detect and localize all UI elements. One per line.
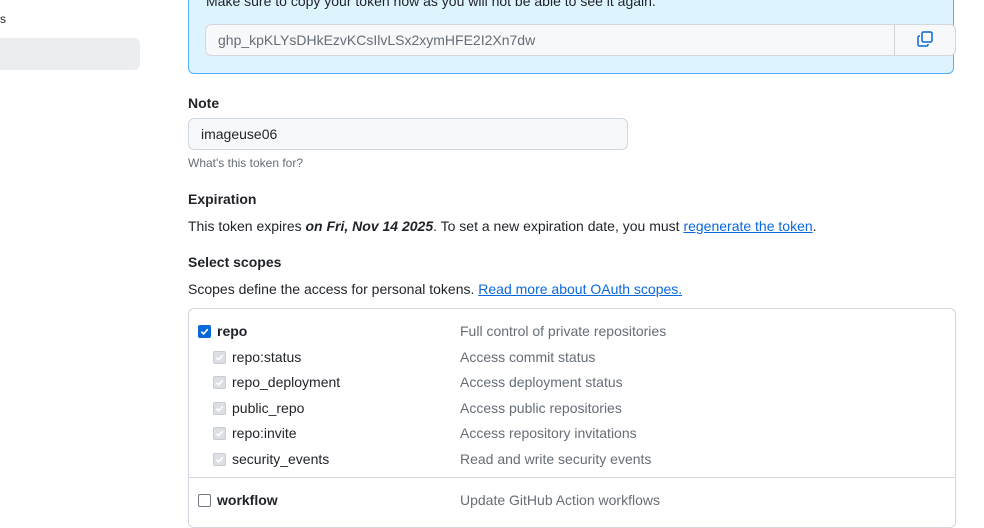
scope-row-repo-invite: repo:invite Access repository invitations (189, 423, 955, 447)
scope-checkbox (213, 427, 226, 440)
scopes-label: Select scopes (188, 254, 282, 270)
scope-checkbox (213, 376, 226, 389)
scope-checkbox[interactable] (198, 494, 211, 507)
check-icon (200, 328, 209, 336)
token-value-field[interactable]: ghp_kpKLYsDHkEzvKCsIlvLSx2xymHFE2I2Xn7dw (205, 24, 895, 56)
check-icon (215, 379, 224, 387)
check-icon (215, 354, 224, 362)
check-icon (215, 430, 224, 438)
scope-checkbox (213, 402, 226, 415)
flash-message: Make sure to copy your token now as you … (206, 0, 656, 9)
copy-token-button[interactable] (894, 24, 956, 56)
scope-name: repo:status (232, 349, 302, 365)
scope-row-workflow: workflow Update GitHub Action workflows (189, 490, 955, 514)
expiration-text: This token expires on Fri, Nov 14 2025. … (188, 218, 817, 234)
expiration-label: Expiration (188, 191, 257, 207)
note-label: Note (188, 95, 220, 111)
scopes-description: Scopes define the access for personal to… (188, 281, 479, 297)
expiration-date: on Fri, Nov 14 2025 (305, 218, 434, 234)
scope-name: repo_deployment (232, 374, 341, 390)
scope-description: Full control of private repositories (460, 323, 667, 339)
scope-checkbox (213, 453, 226, 466)
note-input[interactable]: imageuse06 (188, 118, 628, 150)
token-copy-group: ghp_kpKLYsDHkEzvKCsIlvLSx2xymHFE2I2Xn7dw (205, 24, 956, 56)
scope-description: Update GitHub Action workflows (460, 492, 660, 508)
scope-description: Read and write security events (460, 451, 652, 467)
scope-checkbox (213, 351, 226, 364)
scope-checkbox[interactable] (198, 325, 211, 338)
scope-row-public-repo: public_repo Access public repositories (189, 398, 955, 422)
scope-description: Access commit status (460, 349, 596, 365)
scope-name: public_repo (232, 400, 305, 416)
expiration-text-end: . (812, 218, 817, 234)
regenerate-token-link[interactable]: regenerate the token (683, 218, 812, 234)
scope-description: Access public repositories (460, 400, 622, 416)
token-flash-banner: Make sure to copy your token now as you … (188, 0, 956, 74)
scope-description: Access deployment status (460, 374, 623, 390)
expiration-text-before: This token expires (188, 218, 306, 234)
sidebar-item-active[interactable] (0, 38, 140, 70)
scopes-text: Scopes define the access for personal to… (188, 281, 682, 297)
scope-description: Access repository invitations (460, 425, 637, 441)
scope-row-repo-status: repo:status Access commit status (189, 347, 955, 371)
scope-divider (189, 477, 955, 478)
scope-name: security_events (232, 451, 330, 467)
sidebar-item-label: s (0, 12, 6, 26)
scope-row-repo-deployment: repo_deployment Access deployment status (189, 372, 955, 396)
check-icon (215, 405, 224, 413)
scopes-list: repo Full control of private repositories… (188, 308, 956, 528)
scope-row-repo: repo Full control of private repositories (189, 321, 955, 345)
scope-row-security-events: security_events Read and write security e… (189, 449, 955, 473)
note-hint: What's this token for? (188, 156, 304, 170)
oauth-scopes-link[interactable]: Read more about OAuth scopes. (478, 281, 682, 297)
expiration-text-after: . To set a new expiration date, you must (433, 218, 684, 234)
check-icon (215, 456, 224, 464)
scope-name: repo (217, 323, 248, 339)
scope-name: workflow (217, 492, 278, 508)
scope-name: repo:invite (232, 425, 297, 441)
copy-icon (917, 30, 933, 50)
